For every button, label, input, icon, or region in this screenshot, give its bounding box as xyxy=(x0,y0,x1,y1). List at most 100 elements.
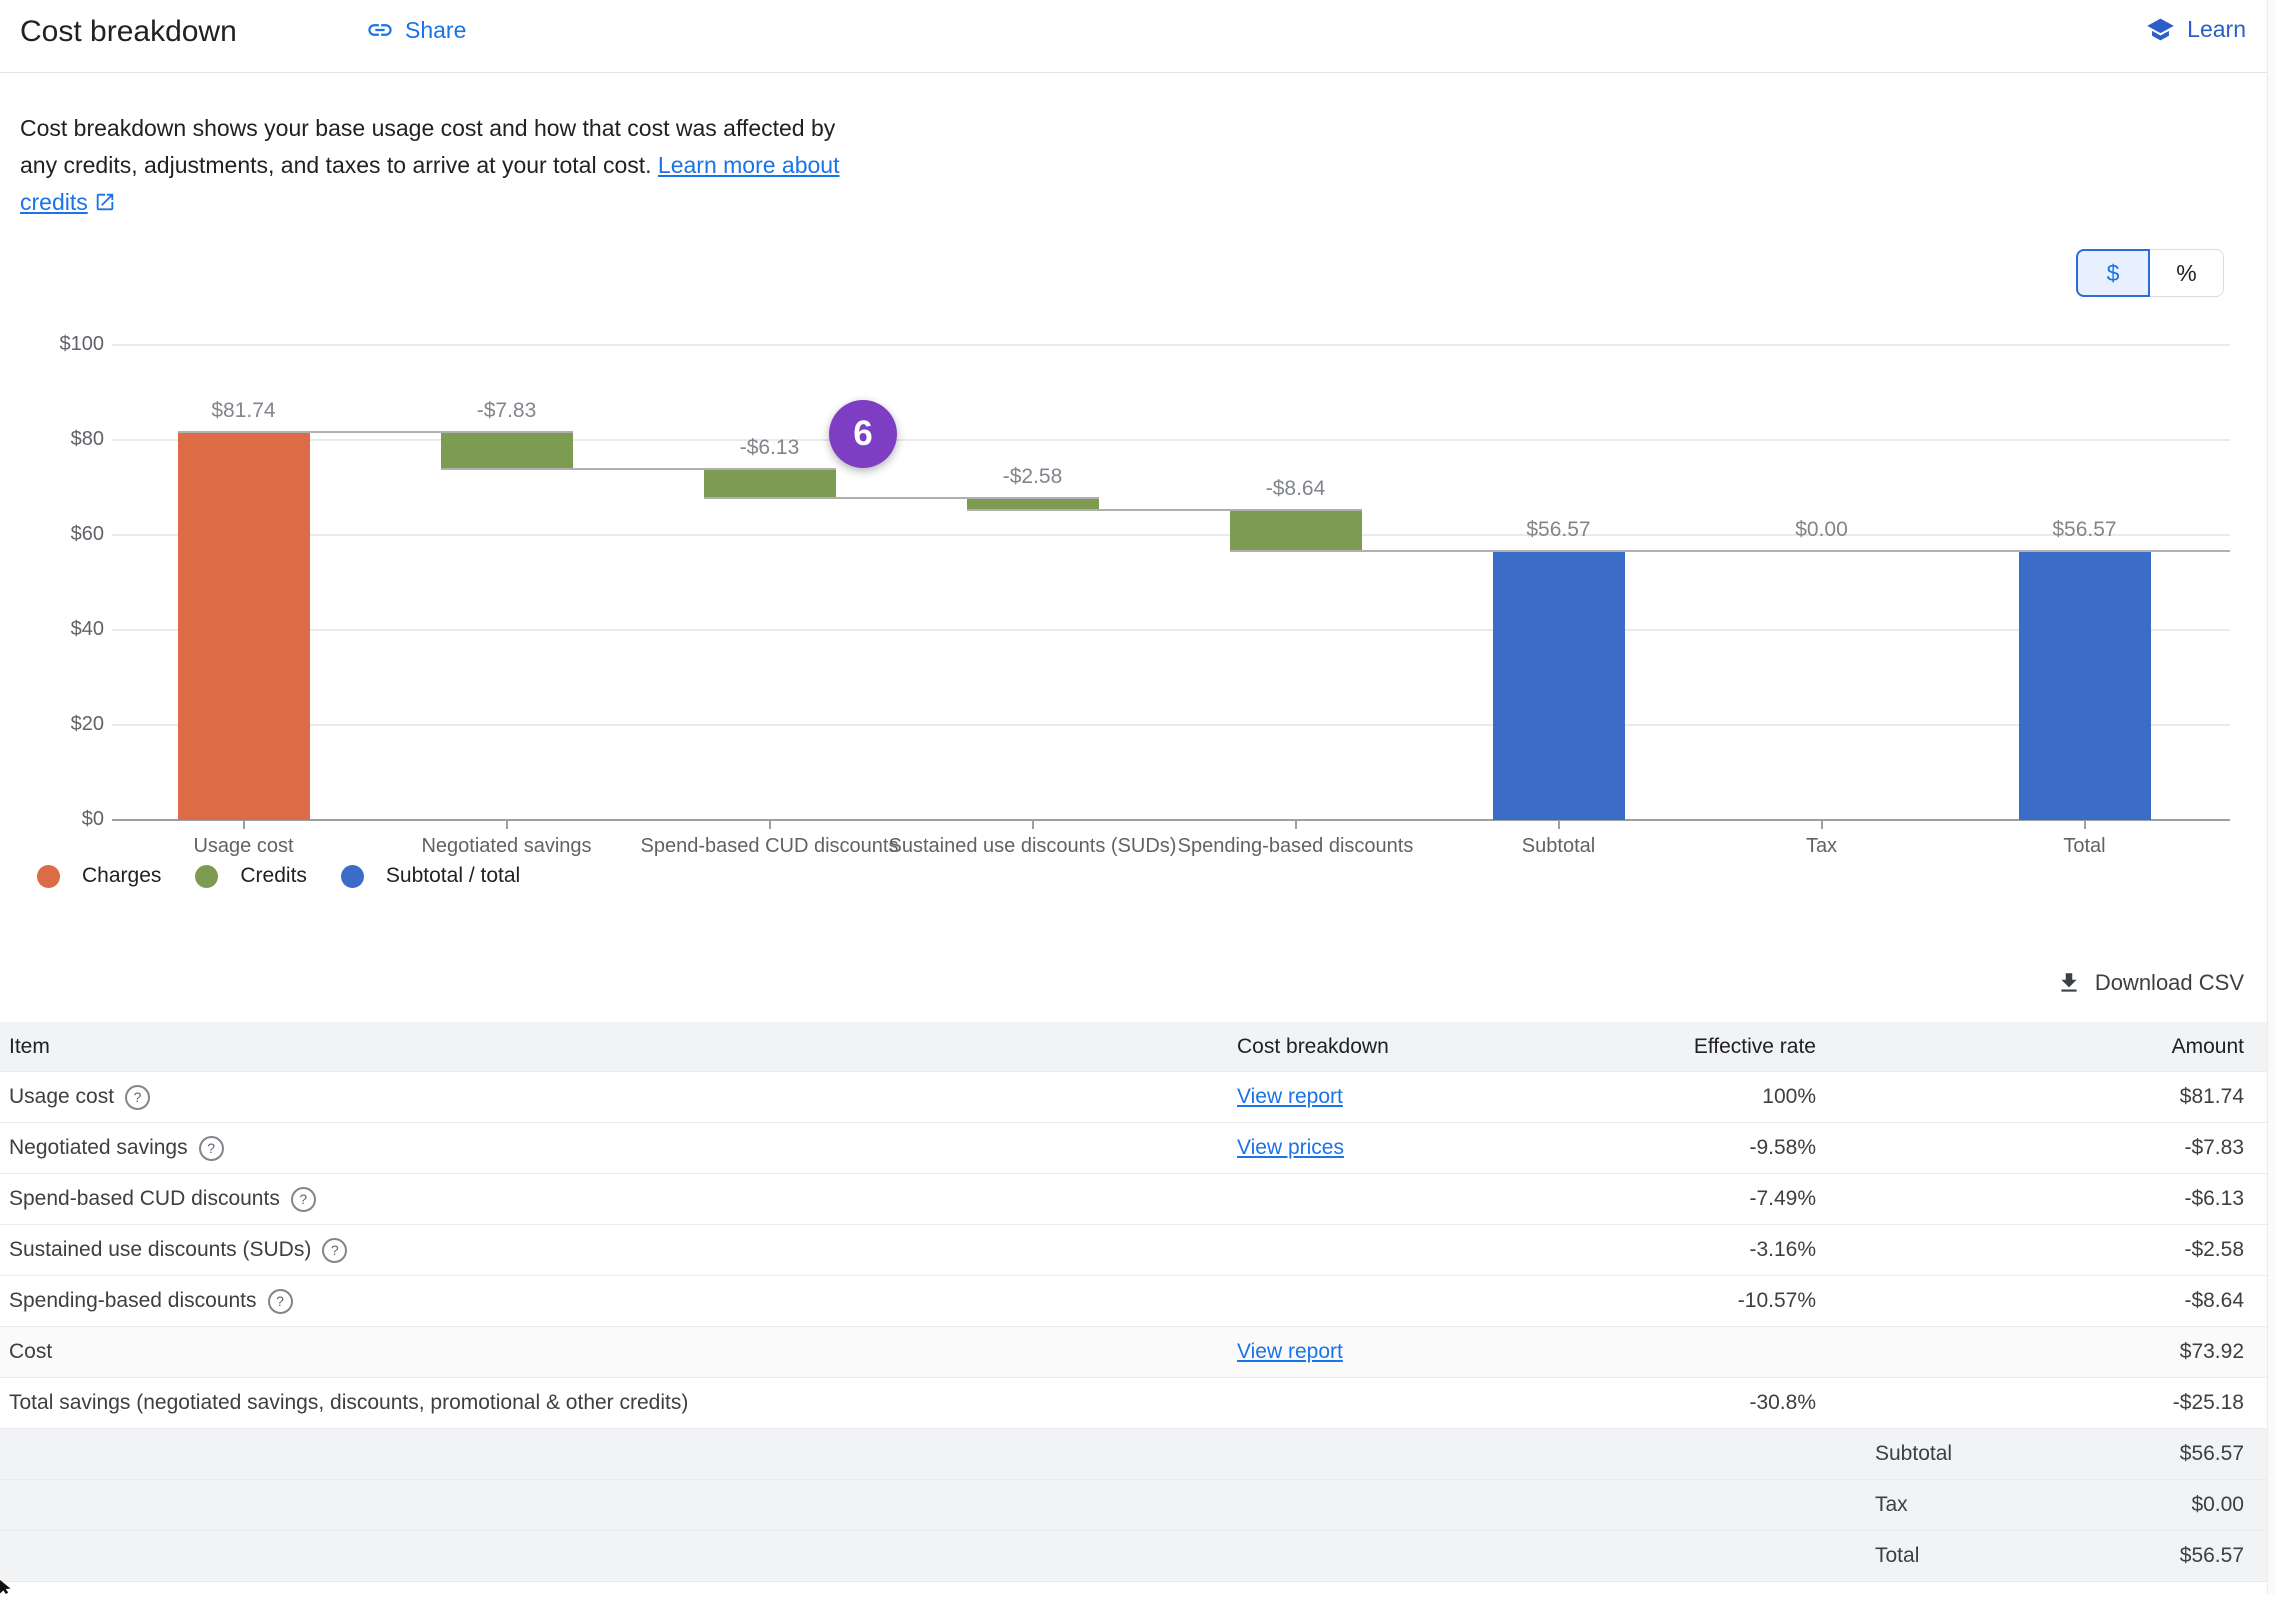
download-icon xyxy=(2056,970,2082,996)
bar-negotiated-savings[interactable] xyxy=(441,432,573,469)
header-cost-breakdown: Cost breakdown xyxy=(1237,1035,1460,1059)
learn-more-credits-link-continued[interactable]: credits xyxy=(20,189,88,215)
y-tick-label: $60 xyxy=(0,523,104,546)
learn-label: Learn xyxy=(2187,16,2246,43)
gridline xyxy=(112,439,2230,441)
bar-value-label: -$7.83 xyxy=(477,399,537,423)
header-effective-rate: Effective rate xyxy=(1460,1035,1816,1059)
gridline xyxy=(112,534,2230,536)
waterfall-chart: $0 $20 $40 $60 $80 $100 $81.74 Usage cost -$7.83… xyxy=(0,330,2276,910)
view-report-link[interactable]: View report xyxy=(1237,1085,1343,1108)
scrollbar-track[interactable] xyxy=(2267,0,2276,1594)
x-axis-tick xyxy=(1821,820,1823,829)
page-header: Cost breakdown Share Learn xyxy=(0,0,2276,73)
y-tick-label: $40 xyxy=(0,618,104,641)
y-tick-label: $80 xyxy=(0,428,104,451)
learn-button[interactable]: Learn xyxy=(2146,15,2246,44)
bar-subtotal[interactable] xyxy=(1493,551,1625,820)
table-row-total: Total $56.57 xyxy=(0,1531,2276,1582)
school-icon xyxy=(2146,15,2175,44)
table-row-spending-based-discounts: Spending-based discounts? -10.57% -$8.64 xyxy=(0,1276,2276,1327)
help-icon[interactable]: ? xyxy=(199,1136,224,1161)
description: Cost breakdown shows your base usage cos… xyxy=(20,110,960,224)
description-line-2: any credits, adjustments, and taxes to a… xyxy=(20,147,960,184)
bar-value-label: $56.57 xyxy=(1526,518,1590,542)
x-axis-tick xyxy=(769,820,771,829)
table-row-spend-based-cud-discounts: Spend-based CUD discounts? -7.49% -$6.13 xyxy=(0,1174,2276,1225)
legend-label: Charges xyxy=(82,864,161,888)
bar-value-label: -$8.64 xyxy=(1266,477,1326,501)
total-label: Total xyxy=(1816,1544,1985,1568)
annotation-badge-6: 6 xyxy=(829,400,897,468)
header-item: Item xyxy=(0,1035,1237,1059)
share-label: Share xyxy=(405,17,466,44)
x-axis-tick xyxy=(506,820,508,829)
dollar-toggle-button[interactable]: $ xyxy=(2076,249,2150,297)
table-header-row: Item Cost breakdown Effective rate Amoun… xyxy=(0,1022,2276,1072)
bar-value-label: $56.57 xyxy=(2052,518,2116,542)
table-row-total-savings: Total savings (negotiated savings, disco… xyxy=(0,1378,2276,1429)
legend-item-charges[interactable]: Charges xyxy=(37,864,161,888)
waterfall-connector xyxy=(967,509,1362,511)
table-row-negotiated-savings: Negotiated savings? View prices -9.58% -… xyxy=(0,1123,2276,1174)
x-axis-tick xyxy=(2084,820,2086,829)
help-icon[interactable]: ? xyxy=(291,1187,316,1212)
x-category-label: Tax xyxy=(1806,835,1837,858)
download-csv-button[interactable]: Download CSV xyxy=(2056,970,2244,996)
x-category-label: Sustained use discounts (SUDs) xyxy=(889,835,1177,858)
chart-legend: Charges Credits Subtotal / total xyxy=(37,864,520,888)
legend-item-credits[interactable]: Credits xyxy=(195,864,307,888)
table-row-usage-cost: Usage cost? View report 100% $81.74 xyxy=(0,1072,2276,1123)
x-category-label: Usage cost xyxy=(193,835,293,858)
open-in-new-icon xyxy=(94,187,116,224)
x-category-label: Spending-based discounts xyxy=(1178,835,1414,858)
bar-total[interactable] xyxy=(2019,551,2151,820)
waterfall-connector xyxy=(441,468,836,470)
learn-more-credits-link[interactable]: Learn more about xyxy=(658,152,840,178)
tax-label: Tax xyxy=(1816,1493,1985,1517)
bar-spending-based-discounts[interactable] xyxy=(1230,510,1362,551)
subtotal-label: Subtotal xyxy=(1816,1442,1985,1466)
mouse-cursor xyxy=(0,1580,16,1594)
waterfall-connector xyxy=(2019,550,2231,552)
x-category-label: Subtotal xyxy=(1522,835,1595,858)
bar-spend-based-cud-discounts[interactable] xyxy=(704,469,836,498)
download-csv-label: Download CSV xyxy=(2095,970,2244,996)
x-category-label: Spend-based CUD discounts xyxy=(641,835,899,858)
x-axis-tick xyxy=(1295,820,1297,829)
legend-item-subtotal-total[interactable]: Subtotal / total xyxy=(341,864,520,888)
waterfall-connector xyxy=(704,497,1099,499)
bar-value-label: $81.74 xyxy=(211,399,275,423)
header-amount: Amount xyxy=(1985,1035,2276,1059)
waterfall-connector xyxy=(178,431,573,433)
y-tick-label: $0 xyxy=(0,808,104,831)
help-icon[interactable]: ? xyxy=(322,1238,347,1263)
page-title: Cost breakdown xyxy=(20,15,237,49)
table-row-sustained-use-discounts: Sustained use discounts (SUDs)? -3.16% -… xyxy=(0,1225,2276,1276)
x-axis-tick xyxy=(243,820,245,829)
link-icon xyxy=(366,16,394,44)
x-axis-tick xyxy=(1558,820,1560,829)
help-icon[interactable]: ? xyxy=(125,1085,150,1110)
gridline xyxy=(112,724,2230,726)
description-line-1: Cost breakdown shows your base usage cos… xyxy=(20,110,960,147)
legend-swatch xyxy=(37,865,60,888)
x-category-label: Negotiated savings xyxy=(421,835,591,858)
bar-value-label: -$6.13 xyxy=(740,436,800,460)
bar-value-label: $0.00 xyxy=(1795,518,1848,542)
bar-usage-cost[interactable] xyxy=(178,432,310,820)
percent-toggle-button[interactable]: % xyxy=(2150,249,2224,297)
share-button[interactable]: Share xyxy=(366,16,466,44)
description-line-3: credits xyxy=(20,184,960,224)
y-tick-label: $100 xyxy=(0,333,104,356)
x-category-label: Total xyxy=(2063,835,2105,858)
view-report-link[interactable]: View report xyxy=(1237,1340,1343,1363)
y-tick-label: $20 xyxy=(0,713,104,736)
legend-label: Credits xyxy=(240,864,307,888)
table-row-subtotal: Subtotal $56.57 xyxy=(0,1429,2276,1480)
view-prices-link[interactable]: View prices xyxy=(1237,1136,1344,1159)
table-row-cost: Cost View report $73.92 xyxy=(0,1327,2276,1378)
unit-toggle: $ % xyxy=(2076,249,2224,297)
legend-label: Subtotal / total xyxy=(386,864,520,888)
help-icon[interactable]: ? xyxy=(268,1289,293,1314)
